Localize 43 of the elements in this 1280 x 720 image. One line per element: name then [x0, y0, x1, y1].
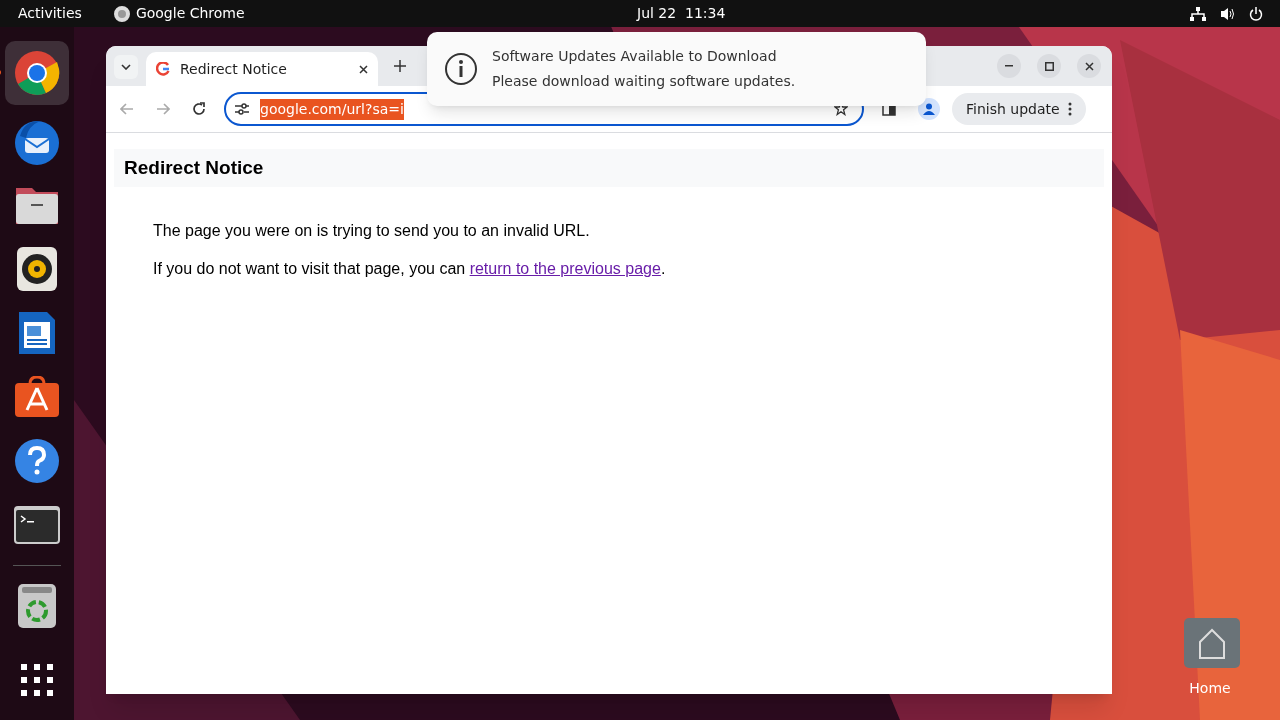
plus-icon: [394, 60, 406, 72]
minimize-button[interactable]: [997, 54, 1021, 78]
person-icon: [923, 103, 935, 115]
volume-icon[interactable]: [1220, 6, 1236, 21]
reload-icon[interactable]: [192, 102, 206, 116]
browser-tab[interactable]: Redirect Notice: [146, 52, 378, 86]
message-text: The page you were on is trying to send you to an invalid URL.: [153, 221, 591, 241]
terminal-icon: [14, 506, 60, 544]
power-icon[interactable]: [1249, 6, 1263, 21]
chrome-icon: [13, 49, 61, 97]
notification-body: Please download waiting software updates.: [492, 72, 796, 91]
maximize-button[interactable]: [1037, 54, 1061, 78]
document-icon: [17, 310, 57, 356]
site-settings-icon[interactable]: [234, 103, 250, 115]
url-text: google.com/url?sa=i: [260, 98, 404, 120]
prompt-text: If you do not want to visit that page, you can return to the previous page.: [153, 259, 667, 279]
more-options-icon: [1067, 102, 1072, 116]
tab-search-button[interactable]: [114, 55, 138, 79]
dock-item[interactable]: [5, 41, 69, 105]
close-button[interactable]: [1077, 54, 1101, 78]
profile-avatar[interactable]: [918, 98, 940, 120]
app-menu[interactable]: Google Chrome: [135, 3, 245, 24]
maximize-icon: [1044, 61, 1054, 71]
notification-title: Software Updates Available to Download: [492, 47, 778, 66]
page-heading: Redirect Notice: [124, 155, 264, 180]
activities-button[interactable]: Activities: [18, 3, 82, 24]
chevron-down-icon: [121, 64, 131, 70]
help-icon: [14, 438, 60, 484]
info-icon: [444, 52, 478, 86]
network-icon[interactable]: [1190, 6, 1206, 21]
clock[interactable]: Jul 22 11:34: [637, 3, 726, 24]
chrome-icon: [113, 5, 130, 22]
app-grid-icon[interactable]: [21, 664, 53, 696]
previous-page-link[interactable]: return to the previous page: [469, 260, 661, 277]
tab-title: Redirect Notice: [180, 59, 288, 79]
recycle-bin-icon: [18, 584, 56, 628]
finish-update-button[interactable]: Finish update: [952, 93, 1086, 125]
close-icon[interactable]: [359, 64, 368, 74]
speaker-icon: [17, 247, 57, 291]
close-icon: [1084, 61, 1094, 71]
g-logo-icon: [156, 62, 170, 76]
minimize-icon: [1005, 65, 1013, 67]
app-store-icon: [14, 376, 60, 418]
